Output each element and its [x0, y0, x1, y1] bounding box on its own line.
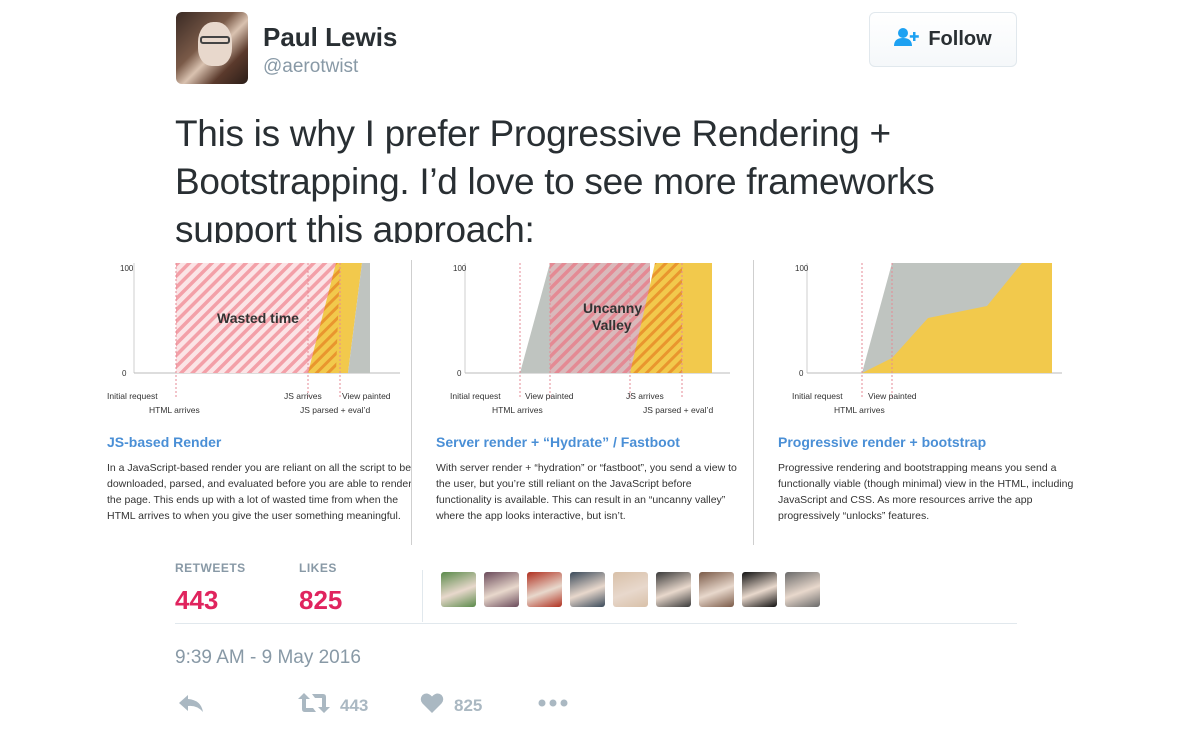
author-avatar[interactable]	[176, 12, 248, 84]
reply-icon	[178, 692, 204, 719]
y-bottom-label: 0	[799, 369, 804, 378]
tweet-timestamp[interactable]: 9:39 AM - 9 May 2016	[175, 647, 361, 669]
chart-js-based-render: 100 0 Wasted time Initial request HTML a…	[107, 263, 400, 415]
follow-button[interactable]: Follow	[869, 12, 1017, 67]
tweet-media-image[interactable]: 100 0 Wasted time Initial request HTML a…	[100, 248, 1100, 548]
y-top-label: 100	[453, 264, 467, 273]
panel-description: Progressive rendering and bootstrapping …	[778, 462, 1074, 522]
likers-avatars	[441, 572, 820, 607]
tick-js-arrives: JS arrives	[284, 391, 322, 401]
reply-button[interactable]	[178, 692, 204, 719]
retweets-label: RETWEETS	[175, 561, 246, 575]
liker-avatar[interactable]	[656, 572, 691, 607]
divider	[175, 623, 1017, 624]
retweet-count: 443	[340, 695, 369, 715]
panel-divider	[411, 260, 412, 545]
heart-icon	[420, 692, 444, 719]
tick-js-parsed: JS parsed + eval’d	[300, 405, 370, 415]
likes-count[interactable]: 825	[299, 585, 342, 616]
y-bottom-label: 0	[457, 369, 462, 378]
tick-html-arrives: HTML arrives	[149, 405, 200, 415]
tick-view-painted: View painted	[342, 391, 391, 401]
add-user-icon	[894, 27, 920, 52]
y-bottom-label: 0	[122, 369, 127, 378]
liker-avatar[interactable]	[527, 572, 562, 607]
follow-label: Follow	[928, 28, 992, 50]
panel-title: Progressive render + bootstrap	[778, 434, 987, 450]
chart-server-render: 100 0 Uncanny Valley Initial request HTM…	[450, 263, 730, 415]
uncanny-label: Uncanny	[583, 300, 642, 316]
more-options-button[interactable]	[538, 692, 568, 719]
likes-label: LIKES	[299, 561, 337, 575]
y-top-label: 100	[120, 264, 134, 273]
liker-avatar[interactable]	[570, 572, 605, 607]
panel-divider	[753, 260, 754, 545]
more-dots-icon	[538, 692, 568, 719]
avatar-glasses	[200, 36, 230, 44]
tick-initial-request: Initial request	[792, 391, 843, 401]
avatar-face	[198, 22, 232, 66]
tick-initial-request: Initial request	[107, 391, 158, 401]
liker-avatar[interactable]	[484, 572, 519, 607]
tick-initial-request: Initial request	[450, 391, 501, 401]
liker-avatar[interactable]	[441, 572, 476, 607]
tick-js-arrives: JS arrives	[626, 391, 664, 401]
panel-description: In a JavaScript-based render you are rel…	[107, 462, 412, 522]
like-count: 825	[454, 695, 483, 715]
valley-label: Valley	[592, 317, 632, 333]
panel-progressive-render: 100 0 Initial request HTML arrives View …	[772, 248, 1102, 548]
author-handle[interactable]: @aerotwist	[263, 56, 358, 78]
tick-view-painted: View painted	[868, 391, 917, 401]
wasted-time-label: Wasted time	[217, 310, 299, 326]
retweets-count[interactable]: 443	[175, 585, 218, 616]
stats-labels: RETWEETS LIKES	[175, 548, 425, 578]
retweet-icon	[298, 692, 330, 719]
tick-html-arrives: HTML arrives	[834, 405, 885, 415]
liker-avatar[interactable]	[742, 572, 777, 607]
tick-html-arrives: HTML arrives	[492, 405, 543, 415]
stats-divider	[422, 570, 423, 622]
tweet-text: This is why I prefer Progressive Renderi…	[175, 113, 935, 243]
liker-avatar[interactable]	[613, 572, 648, 607]
like-button[interactable]: 825	[420, 692, 482, 719]
panel-description: With server render + “hydration” or “fas…	[436, 462, 737, 522]
tick-view-painted: View painted	[525, 391, 574, 401]
retweet-button[interactable]: 443	[298, 692, 368, 719]
author-name[interactable]: Paul Lewis	[263, 22, 397, 53]
panel-server-render-hydrate: 100 0 Uncanny Valley Initial request HTM…	[430, 248, 760, 548]
panel-title: Server render + “Hydrate” / Fastboot	[436, 434, 680, 450]
panel-title: JS-based Render	[107, 434, 222, 450]
tick-js-parsed: JS parsed + eval’d	[643, 405, 713, 415]
y-top-label: 100	[795, 264, 809, 273]
panel-js-based-render: 100 0 Wasted time Initial request HTML a…	[100, 248, 430, 548]
chart-progressive-render: 100 0 Initial request HTML arrives View …	[792, 263, 1062, 415]
liker-avatar[interactable]	[699, 572, 734, 607]
liker-avatar[interactable]	[785, 572, 820, 607]
